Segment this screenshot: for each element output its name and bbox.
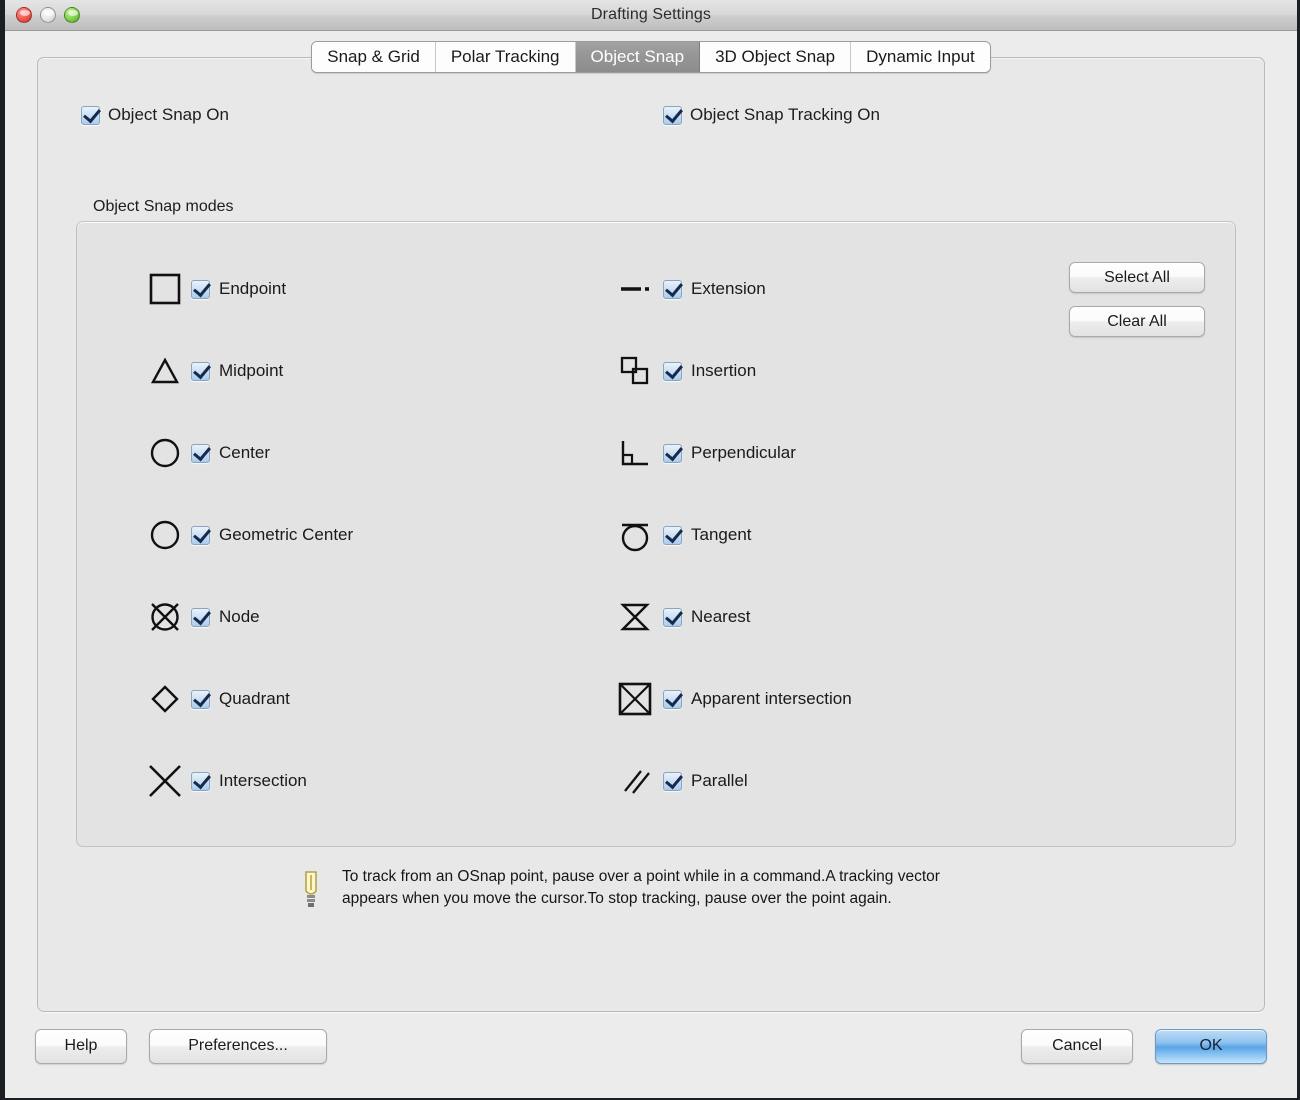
tab-dynamic-input[interactable]: Dynamic Input bbox=[851, 42, 990, 72]
parallel-label: Parallel bbox=[691, 771, 748, 791]
snap-mode-row-node[interactable]: Node bbox=[139, 576, 609, 658]
tab-snap-and-grid[interactable]: Snap & Grid bbox=[312, 42, 436, 72]
intersection-label: Intersection bbox=[219, 771, 307, 791]
tangent-label: Tangent bbox=[691, 525, 752, 545]
hourglass-icon bbox=[607, 600, 663, 634]
extension-label: Extension bbox=[691, 279, 766, 299]
snap-mode-row-center[interactable]: Center bbox=[139, 412, 609, 494]
snap-mode-row-midpoint[interactable]: Midpoint bbox=[139, 330, 609, 412]
perpendicular-label: Perpendicular bbox=[691, 443, 796, 463]
parallel-checkbox[interactable] bbox=[663, 772, 682, 791]
minimize-button[interactable] bbox=[40, 7, 56, 23]
midpoint-checkbox[interactable] bbox=[191, 362, 210, 381]
tab-list: Snap & Grid Polar Tracking Object Snap 3… bbox=[311, 41, 991, 73]
endpoint-label: Endpoint bbox=[219, 279, 286, 299]
titlebar: Drafting Settings bbox=[5, 0, 1297, 31]
dash-dot-icon bbox=[607, 272, 663, 306]
left-button-group: Help Preferences... bbox=[35, 1029, 327, 1064]
insertion-label: Insertion bbox=[691, 361, 756, 381]
snap-modes-right-column: Extension Insertion bbox=[607, 248, 1057, 822]
preferences-button[interactable]: Preferences... bbox=[149, 1029, 327, 1064]
snap-mode-row-extension[interactable]: Extension bbox=[607, 248, 1057, 330]
right-button-group: Cancel OK bbox=[1021, 1029, 1267, 1064]
lightbulb-icon bbox=[298, 869, 324, 916]
cancel-button[interactable]: Cancel bbox=[1021, 1029, 1133, 1064]
tip-row: To track from an OSnap point, pause over… bbox=[298, 866, 1098, 916]
snap-mode-row-parallel[interactable]: Parallel bbox=[607, 740, 1057, 822]
extension-checkbox[interactable] bbox=[663, 280, 682, 299]
object-snap-modes-label: Object Snap modes bbox=[93, 198, 234, 216]
circle-icon bbox=[139, 518, 191, 552]
snap-mode-row-apparent-intersection[interactable]: Apparent intersection bbox=[607, 658, 1057, 740]
diamond-icon bbox=[139, 682, 191, 716]
snap-mode-row-insertion[interactable]: Insertion bbox=[607, 330, 1057, 412]
help-button[interactable]: Help bbox=[35, 1029, 127, 1064]
square-x-icon bbox=[607, 680, 663, 718]
tip-line-2: appears when you move the cursor.To stop… bbox=[342, 890, 892, 907]
close-button[interactable] bbox=[16, 7, 32, 23]
clear-all-button[interactable]: Clear All bbox=[1069, 306, 1205, 337]
intersection-checkbox[interactable] bbox=[191, 772, 210, 791]
geometric-center-label: Geometric Center bbox=[219, 525, 353, 545]
object-snap-on-checkbox[interactable] bbox=[81, 106, 100, 125]
circle-icon bbox=[139, 436, 191, 470]
quadrant-checkbox[interactable] bbox=[191, 690, 210, 709]
nearest-checkbox[interactable] bbox=[663, 608, 682, 627]
geometric-center-checkbox[interactable] bbox=[191, 526, 210, 545]
window-controls bbox=[16, 7, 80, 23]
perpendicular-checkbox[interactable] bbox=[663, 444, 682, 463]
tip-text: To track from an OSnap point, pause over… bbox=[342, 866, 940, 910]
snap-modes-left-column: Endpoint Midpoint Center bbox=[139, 248, 609, 822]
tip-line-1: To track from an OSnap point, pause over… bbox=[342, 868, 940, 885]
tangent-circle-icon bbox=[607, 517, 663, 553]
apparent-intersection-label: Apparent intersection bbox=[691, 689, 852, 709]
insertion-checkbox[interactable] bbox=[663, 362, 682, 381]
object-snap-tracking-on-label: Object Snap Tracking On bbox=[690, 105, 880, 125]
center-label: Center bbox=[219, 443, 270, 463]
parallel-lines-icon bbox=[607, 764, 663, 798]
select-all-button[interactable]: Select All bbox=[1069, 262, 1205, 293]
snap-mode-row-perpendicular[interactable]: Perpendicular bbox=[607, 412, 1057, 494]
object-snap-on-checkbox-row[interactable]: Object Snap On bbox=[81, 105, 229, 125]
x-cross-icon bbox=[139, 761, 191, 801]
center-checkbox[interactable] bbox=[191, 444, 210, 463]
snap-mode-row-tangent[interactable]: Tangent bbox=[607, 494, 1057, 576]
object-snap-modes-group: Endpoint Midpoint Center bbox=[76, 221, 1236, 847]
perpendicular-icon bbox=[607, 436, 663, 470]
snap-mode-row-nearest[interactable]: Nearest bbox=[607, 576, 1057, 658]
ok-button[interactable]: OK bbox=[1155, 1029, 1267, 1064]
object-snap-on-label: Object Snap On bbox=[108, 105, 229, 125]
tab-3d-object-snap[interactable]: 3D Object Snap bbox=[700, 42, 851, 72]
zoom-button[interactable] bbox=[64, 7, 80, 23]
tab-strip: Snap & Grid Polar Tracking Object Snap 3… bbox=[5, 31, 1297, 73]
object-snap-tracking-on-checkbox-row[interactable]: Object Snap Tracking On bbox=[663, 105, 880, 125]
object-snap-panel: Object Snap On Object Snap Tracking On O… bbox=[37, 57, 1265, 1012]
snap-mode-row-endpoint[interactable]: Endpoint bbox=[139, 248, 609, 330]
snap-mode-row-quadrant[interactable]: Quadrant bbox=[139, 658, 609, 740]
square-icon bbox=[139, 272, 191, 306]
apparent-intersection-checkbox[interactable] bbox=[663, 690, 682, 709]
tab-object-snap[interactable]: Object Snap bbox=[576, 42, 701, 72]
tangent-checkbox[interactable] bbox=[663, 526, 682, 545]
tab-polar-tracking[interactable]: Polar Tracking bbox=[436, 42, 576, 72]
object-snap-tracking-on-checkbox[interactable] bbox=[663, 106, 682, 125]
window-title: Drafting Settings bbox=[591, 6, 711, 24]
midpoint-label: Midpoint bbox=[219, 361, 283, 381]
endpoint-checkbox[interactable] bbox=[191, 280, 210, 299]
node-label: Node bbox=[219, 607, 260, 627]
top-checkbox-row: Object Snap On Object Snap Tracking On bbox=[38, 105, 1264, 133]
mode-action-buttons: Select All Clear All bbox=[1069, 262, 1205, 337]
two-squares-icon bbox=[607, 354, 663, 388]
dialog-button-bar: Help Preferences... Cancel OK bbox=[5, 1012, 1297, 1080]
drafting-settings-dialog: Drafting Settings Snap & Grid Polar Trac… bbox=[0, 0, 1300, 1100]
node-checkbox[interactable] bbox=[191, 608, 210, 627]
circle-x-icon bbox=[139, 598, 191, 636]
nearest-label: Nearest bbox=[691, 607, 751, 627]
triangle-icon bbox=[139, 354, 191, 388]
snap-mode-row-intersection[interactable]: Intersection bbox=[139, 740, 609, 822]
snap-mode-row-geometric-center[interactable]: Geometric Center bbox=[139, 494, 609, 576]
quadrant-label: Quadrant bbox=[219, 689, 290, 709]
